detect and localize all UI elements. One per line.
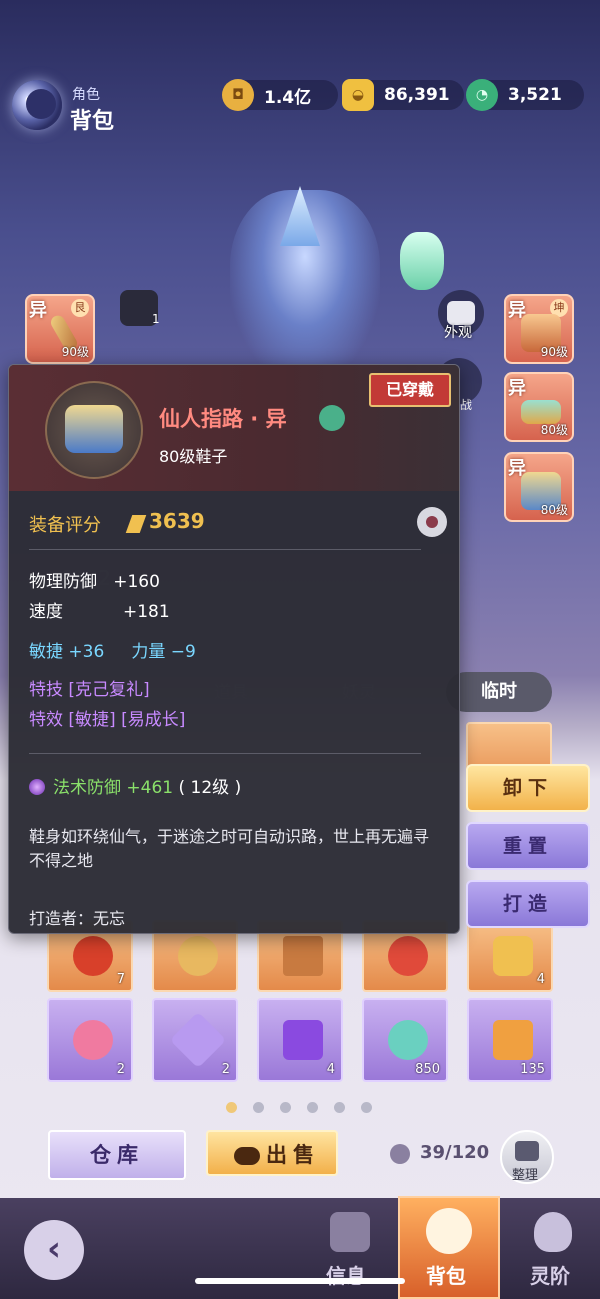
- scroll-icon: [178, 936, 218, 976]
- reset-button[interactable]: 重置: [466, 822, 590, 870]
- bag-icon: [426, 1208, 472, 1254]
- stat-row: 速度 +181: [29, 602, 170, 622]
- score-value: 3639: [149, 509, 205, 533]
- sort-button[interactable]: 整理: [500, 1130, 554, 1184]
- jade-icon: ◔: [466, 79, 498, 111]
- nav-info[interactable]: 信息: [326, 1260, 366, 1289]
- gold-crystal-icon: [493, 936, 533, 976]
- warehouse-button[interactable]: 仓库: [48, 1130, 186, 1180]
- ingot-icon: [234, 1147, 260, 1165]
- flame-icon: [534, 1212, 572, 1252]
- grid-item[interactable]: 2: [152, 998, 238, 1082]
- item-icon-frame: [45, 381, 143, 479]
- card-icon: [283, 936, 323, 976]
- forge-button[interactable]: 打造: [466, 880, 590, 928]
- tab-temp[interactable]: 临时: [446, 672, 552, 712]
- divider: [29, 753, 421, 754]
- page-dot[interactable]: [307, 1102, 318, 1113]
- slot-helmet[interactable]: 异 坤 90级: [504, 294, 574, 364]
- gem-icon: [283, 1020, 323, 1060]
- nav-bag-active[interactable]: 背包: [398, 1196, 500, 1299]
- slot-boots[interactable]: 异 80级: [504, 452, 574, 522]
- sell-button[interactable]: 出售: [206, 1130, 338, 1176]
- eye-icon[interactable]: [417, 507, 447, 537]
- attr-row: 敏捷 +36 力量 −9: [29, 642, 196, 662]
- item-detail-popup: 已穿戴 仙人指路 · 异 80级鞋子 装备评分 3639 物理防御 +160 速…: [8, 364, 460, 934]
- layers-icon: [515, 1141, 539, 1161]
- slot-weapon[interactable]: 异 艮 90级: [25, 294, 95, 364]
- unequip-button[interactable]: 卸下: [466, 764, 590, 812]
- skill-row: 特技 [克己复礼]: [29, 680, 150, 700]
- page-dot[interactable]: [280, 1102, 291, 1113]
- potion-icon: [388, 1020, 428, 1060]
- pouch-icon: [73, 1020, 113, 1060]
- lantern-icon: [73, 936, 113, 976]
- appearance-label: 外观: [444, 325, 472, 341]
- home-indicator: [195, 1278, 405, 1284]
- item-maker: 打造者：无忘: [29, 909, 126, 928]
- page-dot[interactable]: [334, 1102, 345, 1113]
- unlock-icon[interactable]: [319, 405, 345, 431]
- quill-icon: [125, 515, 147, 533]
- effect-row: 特效 [敏捷] [易成长]: [29, 710, 186, 730]
- page-dot[interactable]: [226, 1102, 237, 1113]
- fist-icon: [330, 1212, 370, 1252]
- currency-coins[interactable]: ◘ 1.4亿: [222, 79, 338, 111]
- grid-item[interactable]: 4: [257, 998, 343, 1082]
- header-subtitle: 角色: [72, 87, 100, 103]
- grid-item[interactable]: 135: [467, 998, 553, 1082]
- slot-belt[interactable]: 异 80级: [504, 372, 574, 442]
- divider: [29, 549, 421, 550]
- item-type: 80级鞋子: [159, 447, 228, 466]
- coin-icon: ◘: [222, 79, 254, 111]
- rune-row: 法术防御 +461 ( 12级 ): [29, 773, 241, 798]
- boots-icon: [65, 405, 123, 453]
- grid-item[interactable]: 850: [362, 998, 448, 1082]
- armor-set-button[interactable]: 1: [118, 290, 164, 330]
- grid-item[interactable]: 2: [47, 998, 133, 1082]
- grid-item[interactable]: 4: [467, 920, 553, 992]
- nav-spirit[interactable]: 灵阶: [530, 1260, 570, 1289]
- back-arrow-icon: ‹: [46, 1229, 61, 1269]
- rune-gem-icon: [29, 779, 45, 795]
- bag-capacity-icon: [390, 1144, 410, 1164]
- battle-label: 战: [460, 398, 473, 412]
- score-label: 装备评分: [29, 515, 101, 536]
- gold-ingot-icon: ◒: [342, 79, 374, 111]
- amber-icon: [493, 1020, 533, 1060]
- currency-jade[interactable]: ◔ 3,521: [466, 79, 584, 111]
- page-title: 背包: [70, 109, 115, 134]
- equipped-badge: 已穿戴: [369, 373, 451, 407]
- page-dot[interactable]: [253, 1102, 264, 1113]
- gourd-icon: [400, 232, 444, 290]
- orb-icon: [388, 936, 428, 976]
- currency-gold[interactable]: ◒ 86,391: [342, 79, 464, 111]
- back-button[interactable]: ‹: [24, 1220, 84, 1280]
- bag-capacity: 39/120: [420, 1142, 490, 1163]
- item-description: 鞋身如环绕仙气，于迷途之时可自动识路，世上再无遍寻不得之地: [29, 827, 430, 870]
- page-dot[interactable]: [361, 1102, 372, 1113]
- stat-row: 物理防御 +160: [29, 572, 160, 592]
- moon-avatar-icon: [12, 80, 62, 130]
- item-name: 仙人指路 · 异: [159, 407, 287, 431]
- crystal-icon: [169, 1011, 227, 1069]
